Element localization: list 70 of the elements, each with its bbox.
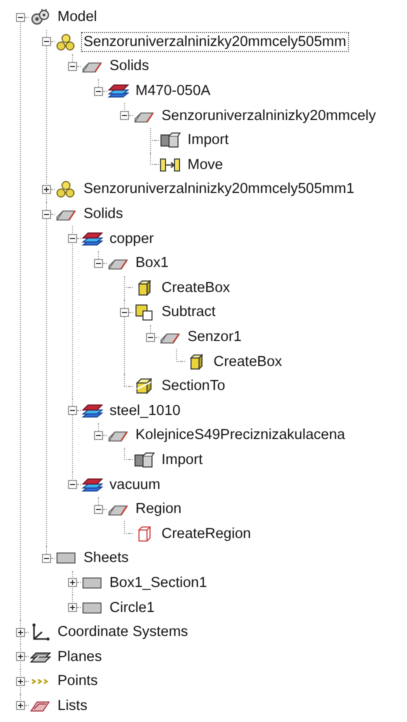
tree-item[interactable]: Sheets [80, 548, 132, 568]
expand-button[interactable] [68, 603, 76, 612]
cubes-icon [132, 450, 154, 469]
collapse-button[interactable] [42, 210, 50, 219]
collapse-button[interactable] [68, 62, 76, 71]
collapse-button[interactable] [68, 234, 76, 244]
tree-item[interactable]: Region [132, 499, 184, 520]
plus-icon [16, 678, 24, 685]
tree-item[interactable]: Subtract [158, 302, 218, 322]
tree-item[interactable]: Box1 [132, 253, 172, 274]
collapse-button[interactable] [94, 86, 102, 96]
tree-item[interactable]: M470-050A [132, 81, 214, 102]
collapse-button[interactable] [94, 504, 102, 514]
tree-item[interactable]: Planes [54, 646, 105, 667]
plus-icon [68, 604, 76, 612]
layers-icon [80, 402, 102, 420]
tree-item[interactable]: Import [184, 130, 232, 150]
subtract-icon [132, 303, 154, 322]
collapse-button[interactable] [94, 258, 102, 268]
tree-item[interactable]: CreateBox [158, 278, 234, 298]
tree-item[interactable]: Model [54, 7, 100, 28]
expand-button[interactable] [42, 184, 50, 194]
tree-item[interactable]: Box1_Section1 [106, 572, 210, 593]
spheres-icon [54, 180, 76, 198]
tree-item[interactable]: SectionTo [158, 376, 228, 396]
cogs-icon [28, 8, 50, 26]
tree-item[interactable]: KolejniceS49Preciznizakulacena [132, 425, 348, 446]
move-icon [158, 156, 180, 174]
plus-icon [42, 186, 50, 193]
tree-item[interactable]: CreateRegion [158, 524, 254, 544]
tree-item[interactable]: Lists [54, 696, 90, 716]
tree-item[interactable]: Senzoruniverzalninizky20mmcely505mm1 [80, 179, 358, 200]
plus-icon [16, 653, 24, 660]
tree-item[interactable]: Points [54, 671, 101, 692]
tree-item[interactable]: Senzor1 [184, 327, 245, 348]
collapse-button[interactable] [94, 430, 102, 440]
expand-button[interactable] [16, 652, 24, 662]
spheres-icon [54, 32, 76, 51]
tree-item[interactable]: CreateBox [210, 352, 286, 372]
tree-item[interactable]: vacuum [106, 474, 164, 495]
collapse-button[interactable] [42, 37, 50, 46]
collapse-button[interactable] [68, 480, 76, 490]
tree-item[interactable]: Move [184, 154, 226, 175]
collapse-button[interactable] [42, 554, 50, 563]
layers-icon [80, 230, 102, 248]
tree-item[interactable]: Circle1 [106, 598, 158, 618]
plus-icon [68, 579, 76, 586]
expand-button[interactable] [16, 676, 24, 686]
expand-button[interactable] [68, 578, 76, 588]
plus-icon [16, 628, 24, 636]
collapse-button[interactable] [146, 332, 154, 342]
layers-icon [80, 476, 102, 494]
tree-item[interactable]: Import [158, 450, 206, 470]
tree-item[interactable]: Solids [106, 56, 152, 76]
points-icon [28, 678, 50, 685]
collapse-button[interactable] [16, 12, 24, 22]
tree-item[interactable]: Senzoruniverzalninizky20mmcely [158, 106, 379, 126]
tree-item[interactable]: copper [106, 228, 157, 249]
collapse-button[interactable] [120, 111, 128, 120]
tree-item[interactable]: Senzoruniverzalninizky20mmcely505mm [80, 32, 350, 52]
collapse-button[interactable] [68, 406, 76, 416]
tree-item[interactable]: Coordinate Systems [54, 622, 192, 642]
tree-item[interactable]: Solids [80, 204, 126, 224]
cubes-icon [158, 131, 180, 150]
layers-icon [106, 82, 128, 100]
expand-button[interactable] [16, 628, 24, 637]
expand-button[interactable] [16, 701, 24, 710]
collapse-button[interactable] [120, 308, 128, 317]
plus-icon [16, 702, 24, 710]
tree-item[interactable]: steel_1010 [106, 400, 184, 421]
